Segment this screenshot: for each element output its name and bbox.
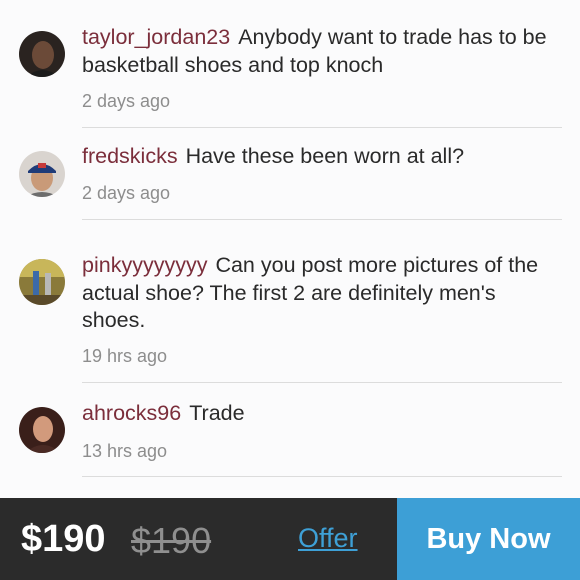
comment-body: fredskicks Have these been worn at all? [82,143,552,171]
buy-now-button[interactable]: Buy Now [397,498,580,580]
comment-body: ahrocks96 Trade [82,400,552,428]
comment-time: 2 days ago [82,91,171,111]
avatar[interactable] [19,31,65,77]
avatar[interactable] [19,407,65,453]
divider [82,382,562,383]
user-avatar-icon [19,259,65,305]
original-price: $190 [131,520,212,561]
user-avatar-icon [19,407,65,453]
avatar[interactable] [19,259,65,305]
user-avatar-icon [19,151,65,197]
avatar[interactable] [19,151,65,197]
comments-list: taylor_jordan23 Anybody want to trade has… [0,0,580,498]
comment-body: pinkyyyyyyyy Can you post more pictures o… [82,252,552,335]
comment-time: 19 hrs ago [82,346,168,366]
comment-time: 13 hrs ago [82,441,168,461]
comment-username[interactable]: pinkyyyyyyyy [82,253,207,277]
comment-username[interactable]: ahrocks96 [82,401,181,425]
current-price: $190 [21,518,106,560]
comment-username[interactable]: fredskicks [82,144,178,168]
divider [82,127,562,128]
divider [82,476,562,477]
comment-username[interactable]: taylor_jordan23 [82,25,230,49]
comment-text: Have these been worn at all? [185,144,465,168]
comment-time: 2 days ago [82,183,171,203]
comment-body: taylor_jordan23 Anybody want to trade has… [82,24,552,79]
comment-text: Trade [189,401,245,425]
user-avatar-icon [19,31,65,77]
purchase-bar: $190 $190 Offer Buy Now [0,498,580,580]
divider [82,219,562,220]
offer-button[interactable]: Offer [298,523,358,554]
